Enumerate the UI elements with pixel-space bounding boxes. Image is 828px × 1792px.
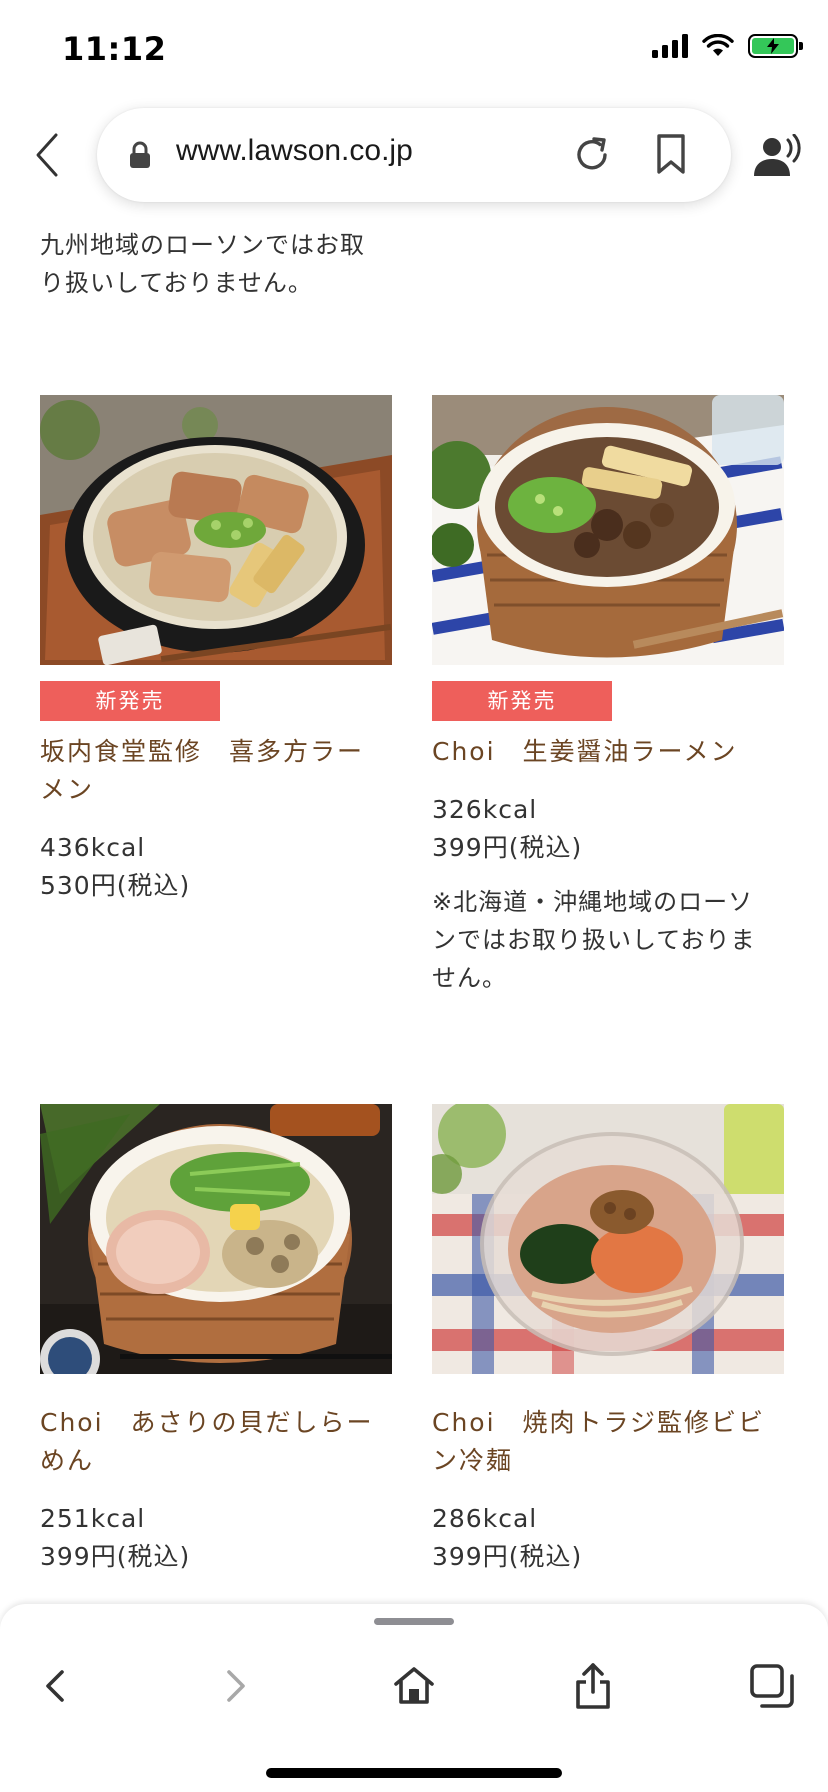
product-kcal: 251kcal — [40, 1504, 146, 1533]
intro-text: 九州地域のローソンではお取り扱いしておりません。 — [40, 231, 365, 297]
home-indicator[interactable] — [266, 1768, 562, 1778]
product-name[interactable]: Choi 生姜醤油ラーメン — [432, 733, 772, 771]
new-release-badge: 新発売 — [432, 681, 612, 721]
product-price: 530円(税込) — [40, 871, 191, 900]
tabs-icon[interactable] — [742, 1656, 802, 1716]
share-icon[interactable] — [563, 1656, 623, 1716]
product-card[interactable]: Choi 焼肉トラジ監修ビビン冷麺 286kcal 399円(税込) — [432, 1104, 784, 1576]
product-name[interactable]: Choi あさりの貝だしらーめん — [40, 1404, 380, 1480]
sheet-grabber[interactable] — [374, 1618, 454, 1625]
availability-note: ※北海道・沖縄地域のローソンではお取り扱いしておりません。 — [432, 888, 756, 992]
ramen-bowl-chashu-photo[interactable] — [40, 395, 392, 665]
new-release-badge: 新発売 — [40, 681, 220, 721]
bibim-cold-noodle-photo[interactable] — [432, 1104, 784, 1374]
product-kcal: 286kcal — [432, 1504, 538, 1533]
product-card[interactable]: 新発売 Choi 生姜醤油ラーメン 326kcal 399円(税込) ※北海道・… — [432, 395, 784, 997]
clam-ramen-photo[interactable] — [40, 1104, 392, 1374]
product-card[interactable]: Choi あさりの貝だしらーめん 251kcal 399円(税込) — [40, 1104, 392, 1576]
forward-icon[interactable] — [205, 1656, 265, 1716]
product-price: 399円(税込) — [432, 833, 583, 862]
product-kcal: 436kcal — [40, 833, 146, 862]
ginger-soy-ramen-photo[interactable] — [432, 395, 784, 665]
page-content: 九州地域のローソンではお取り扱いしておりません。 新発売 坂内食堂監修 喜多方ラ… — [0, 0, 828, 1792]
home-icon[interactable] — [384, 1656, 444, 1716]
product-price: 399円(税込) — [432, 1542, 583, 1571]
back-icon[interactable] — [26, 1656, 86, 1716]
product-price: 399円(税込) — [40, 1542, 191, 1571]
product-name[interactable]: Choi 焼肉トラジ監修ビビン冷麺 — [432, 1404, 772, 1480]
product-kcal: 326kcal — [432, 795, 538, 824]
product-card[interactable]: 新発売 坂内食堂監修 喜多方ラーメン 436kcal 530円(税込) — [40, 395, 392, 905]
product-name[interactable]: 坂内食堂監修 喜多方ラーメン — [40, 733, 380, 809]
bottom-toolbar — [0, 1604, 828, 1792]
